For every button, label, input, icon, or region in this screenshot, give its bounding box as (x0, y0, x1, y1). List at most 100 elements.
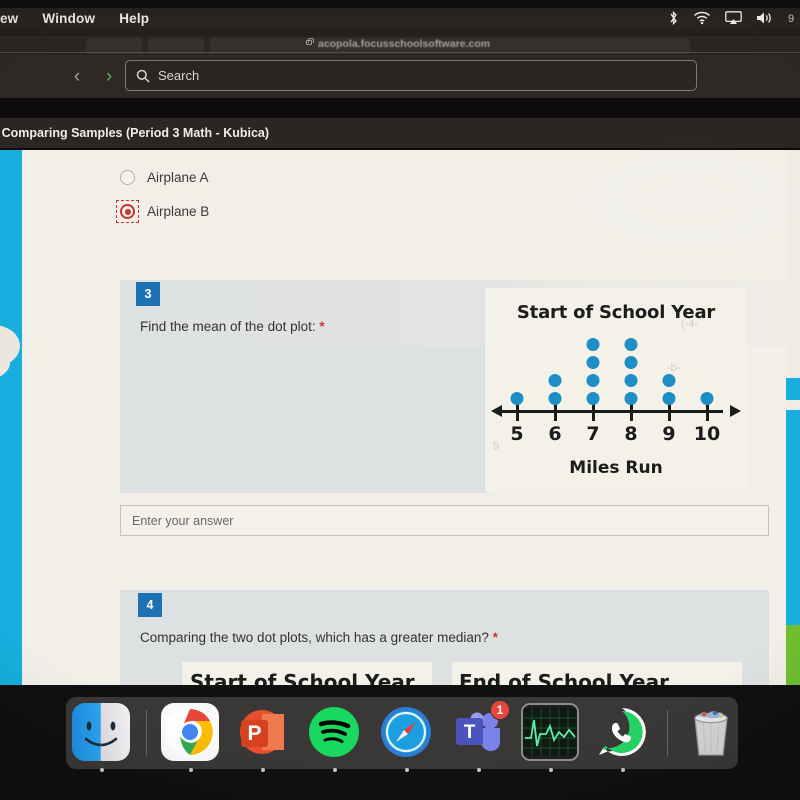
radio-airplane-a[interactable] (120, 170, 135, 185)
finder-icon[interactable] (72, 703, 130, 761)
answer-placeholder: Enter your answer (132, 513, 234, 528)
spotify-icon[interactable] (305, 703, 363, 761)
page-sidebar-decoration (0, 150, 22, 685)
dock-separator (146, 710, 147, 756)
data-point-7-4 (586, 338, 600, 351)
assignment-card: Airplane A Airplane B 3 Find the mean of… (22, 150, 786, 685)
trash-icon[interactable] (682, 703, 740, 761)
option-row-airplane-a[interactable]: Airplane A (120, 170, 209, 185)
option-row-airplane-b[interactable]: Airplane B (116, 200, 210, 223)
axis-arrow-left (491, 405, 502, 417)
search-icon (136, 69, 150, 83)
data-point-8-3 (624, 356, 638, 369)
question-4-number: 4 (138, 593, 162, 617)
x-axis-tick-label-9: 9 (662, 423, 676, 445)
dock-running-indicator (477, 768, 481, 772)
dock-item-finder[interactable] (72, 703, 132, 772)
assignment-title-bar: - Comparing Samples (Period 3 Math - Kub… (0, 118, 800, 148)
x-axis-tick-label-6: 6 (548, 423, 562, 445)
menu-bar-items: iew Window Help (0, 11, 149, 26)
question-3-number: 3 (136, 282, 160, 306)
dock-item-powerpoint[interactable]: P (233, 703, 293, 772)
airplay-icon[interactable] (725, 11, 742, 25)
battery-icon[interactable]: 9 (788, 11, 798, 25)
whatsapp-icon[interactable] (593, 703, 651, 761)
question-3-block-lower (120, 346, 490, 493)
data-point-5-1 (510, 392, 524, 405)
question-3-prompt: Find the mean of the dot plot: (140, 319, 316, 334)
activity-monitor-icon[interactable] (521, 703, 579, 761)
svg-text:P: P (247, 722, 261, 745)
dock-running-indicator (333, 768, 337, 772)
x-axis-tick-label-5: 5 (510, 423, 524, 445)
x-axis-tick-label-10: 10 (693, 423, 721, 445)
menu-item-window[interactable]: Window (42, 11, 95, 26)
bluetooth-icon[interactable] (668, 10, 679, 26)
option-label-airplane-a: Airplane A (147, 170, 209, 185)
question-3-answer-input[interactable]: Enter your answer (120, 505, 769, 536)
data-point-8-1 (624, 392, 638, 405)
dock-item-teams[interactable]: T1 (449, 700, 510, 772)
svg-text:9: 9 (788, 13, 794, 25)
menu-item-help[interactable]: Help (119, 11, 149, 26)
data-point-7-2 (586, 374, 600, 387)
dock-running-indicator (189, 768, 193, 772)
question-4-text: Comparing the two dot plots, which has a… (140, 630, 498, 645)
safari-icon[interactable] (377, 703, 435, 761)
chrome-icon[interactable] (161, 703, 219, 761)
chart-x-axis-label: Miles Run (569, 458, 663, 478)
svg-text:T: T (464, 722, 476, 743)
forward-button[interactable]: › (96, 67, 122, 86)
photographed-screen: iew Window Help 9 (0, 0, 800, 800)
dock-item-trash[interactable] (682, 703, 742, 763)
data-point-8-2 (624, 374, 638, 387)
menu-item-view[interactable]: iew (0, 11, 18, 26)
volume-icon[interactable] (756, 11, 774, 25)
question-4-prompt: Comparing the two dot plots, which has a… (140, 630, 489, 645)
search-bar[interactable]: Search (125, 60, 697, 91)
screen-bezel (0, 0, 800, 8)
dock-badge-teams: 1 (490, 700, 510, 720)
dock-item-activity-monitor[interactable] (521, 703, 581, 772)
dock-item-whatsapp[interactable] (593, 703, 653, 772)
dock-running-indicator (261, 768, 265, 772)
dock-running-indicator (621, 768, 625, 772)
data-point-9-1 (662, 392, 676, 405)
assignment-title: - Comparing Samples (Period 3 Math - Kub… (0, 126, 270, 140)
x-axis-line (501, 410, 723, 413)
axis-arrow-right (730, 405, 741, 417)
data-point-6-2 (548, 374, 562, 387)
data-point-9-2 (662, 374, 676, 387)
required-asterisk: * (492, 630, 498, 645)
radio-airplane-b[interactable] (120, 204, 135, 219)
option-label-airplane-b: Airplane B (147, 204, 210, 219)
dock-running-indicator (549, 768, 553, 772)
required-asterisk: * (319, 319, 325, 334)
page-right-edge-decoration (786, 150, 800, 685)
x-axis-tick-label-8: 8 (624, 423, 638, 445)
dock-item-safari[interactable] (377, 703, 437, 772)
x-axis-tick-label-7: 7 (586, 423, 600, 445)
web-page-content: Airplane A Airplane B 3 Find the mean of… (0, 150, 800, 685)
data-point-8-4 (624, 338, 638, 351)
menu-bar-status-icons: 9 (668, 10, 800, 26)
powerpoint-icon[interactable]: P (233, 703, 291, 761)
q4-preview-title-left: Start of School Year (190, 670, 415, 685)
dock-separator (667, 710, 668, 756)
q4-preview-title-right: End of School Year (459, 670, 669, 685)
back-button[interactable]: ‹ (64, 67, 90, 86)
chart-plot-area: 5 6 7 8 9 10 (485, 328, 747, 458)
search-input-text[interactable]: Search (158, 68, 199, 83)
dock-item-chrome[interactable] (161, 703, 221, 772)
dock-item-spotify[interactable] (305, 703, 365, 772)
question-3-text: Find the mean of the dot plot: * (140, 319, 325, 334)
data-point-10-1 (700, 392, 714, 405)
mac-dock: P T1 (66, 697, 738, 772)
dock-running-indicator (100, 768, 104, 772)
address-bar-url[interactable]: acopola.focusschoolsoftware.com (318, 38, 490, 50)
data-point-6-1 (548, 392, 562, 405)
data-point-7-1 (586, 392, 600, 405)
dock-running-indicator (405, 768, 409, 772)
data-point-7-3 (586, 356, 600, 369)
wifi-icon[interactable] (693, 11, 711, 25)
